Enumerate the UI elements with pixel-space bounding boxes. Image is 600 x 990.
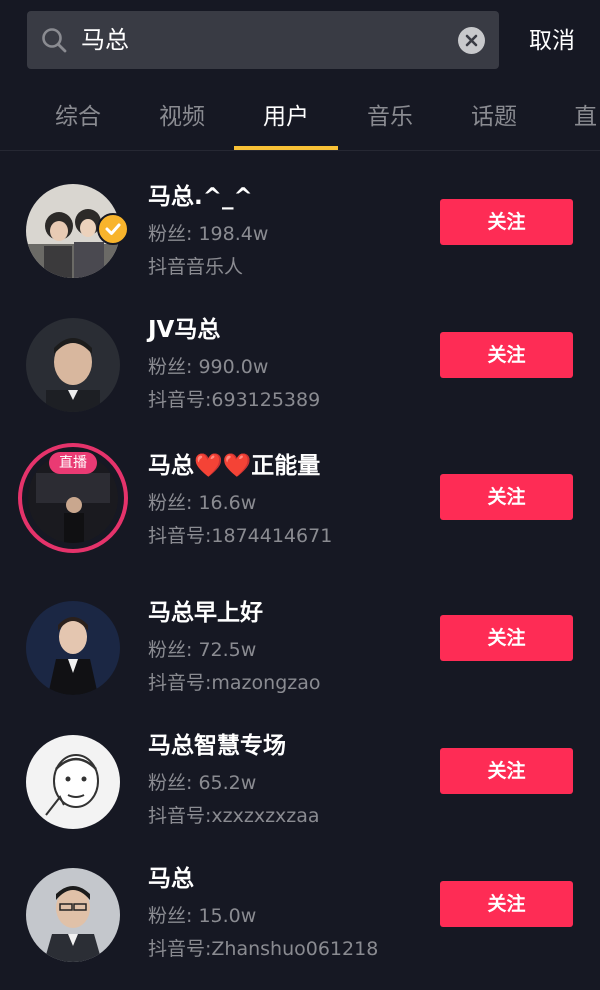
fan-count: 粉丝: 198.4w — [148, 223, 269, 245]
follow-button[interactable]: 关注 — [440, 881, 573, 927]
fan-count: 粉丝: 72.5w — [148, 639, 257, 661]
tab-topics[interactable]: 话题 — [442, 100, 546, 134]
user-name: JV马总 — [148, 317, 221, 343]
user-subtitle: 抖音号:Zhanshuo061218 — [148, 938, 379, 960]
active-tab-indicator — [234, 146, 338, 150]
fan-count: 粉丝: 990.0w — [148, 356, 269, 378]
user-row[interactable]: 直播 马总❤️❤️正能量 粉丝: 16.6w 抖音号:1874414671 关注 — [0, 443, 600, 583]
search-header: 马总 取消 — [0, 0, 600, 82]
avatar[interactable] — [26, 601, 120, 695]
user-name: 马总.^_^ — [148, 184, 253, 210]
tab-all[interactable]: 综合 — [26, 100, 130, 134]
follow-button[interactable]: 关注 — [440, 474, 573, 520]
user-row[interactable]: 马总早上好 粉丝: 72.5w 抖音号:mazongzao 关注 — [0, 584, 600, 724]
user-row[interactable]: JV马总 粉丝: 990.0w 抖音号:693125389 关注 — [0, 284, 600, 424]
tab-users[interactable]: 用户 — [234, 100, 338, 134]
user-name: 马总智慧专场 — [148, 733, 286, 759]
user-row[interactable]: 马总 粉丝: 15.0w 抖音号:Zhanshuo061218 关注 — [0, 850, 600, 990]
verified-badge-icon — [97, 213, 129, 245]
follow-button[interactable]: 关注 — [440, 615, 573, 661]
user-row[interactable]: 马总.^_^ 粉丝: 198.4w 抖音音乐人 关注 — [0, 151, 600, 291]
follow-button[interactable]: 关注 — [440, 199, 573, 245]
user-subtitle: 抖音号:xzxzxzxzaa — [148, 805, 320, 827]
avatar[interactable] — [26, 868, 120, 962]
user-row[interactable]: 马总智慧专场 粉丝: 65.2w 抖音号:xzxzxzxzaa 关注 — [0, 717, 600, 857]
fan-count: 粉丝: 16.6w — [148, 492, 257, 514]
user-name: 马总早上好 — [148, 600, 263, 626]
follow-button[interactable]: 关注 — [440, 748, 573, 794]
avatar[interactable] — [26, 318, 120, 412]
user-subtitle: 抖音号:mazongzao — [148, 672, 321, 694]
live-badge: 直播 — [49, 452, 97, 474]
search-tabs: 综合 视频 用户 音乐 话题 直 — [0, 82, 600, 151]
clear-search-icon[interactable] — [458, 27, 485, 54]
search-icon — [42, 28, 67, 53]
avatar[interactable] — [26, 735, 120, 829]
fan-count: 粉丝: 65.2w — [148, 772, 257, 794]
follow-button[interactable]: 关注 — [440, 332, 573, 378]
tab-live[interactable]: 直 — [546, 100, 600, 134]
cancel-button[interactable]: 取消 — [520, 24, 584, 58]
tab-music[interactable]: 音乐 — [338, 100, 442, 134]
user-name: 马总 — [148, 866, 194, 892]
fan-count: 粉丝: 15.0w — [148, 905, 257, 927]
user-name: 马总❤️❤️正能量 — [148, 453, 321, 479]
tab-videos[interactable]: 视频 — [130, 100, 234, 134]
user-subtitle: 抖音号:693125389 — [148, 389, 321, 411]
user-subtitle: 抖音音乐人 — [148, 256, 244, 278]
search-input[interactable]: 马总 — [81, 24, 129, 56]
search-box[interactable]: 马总 — [27, 11, 499, 69]
user-subtitle: 抖音号:1874414671 — [148, 525, 333, 547]
